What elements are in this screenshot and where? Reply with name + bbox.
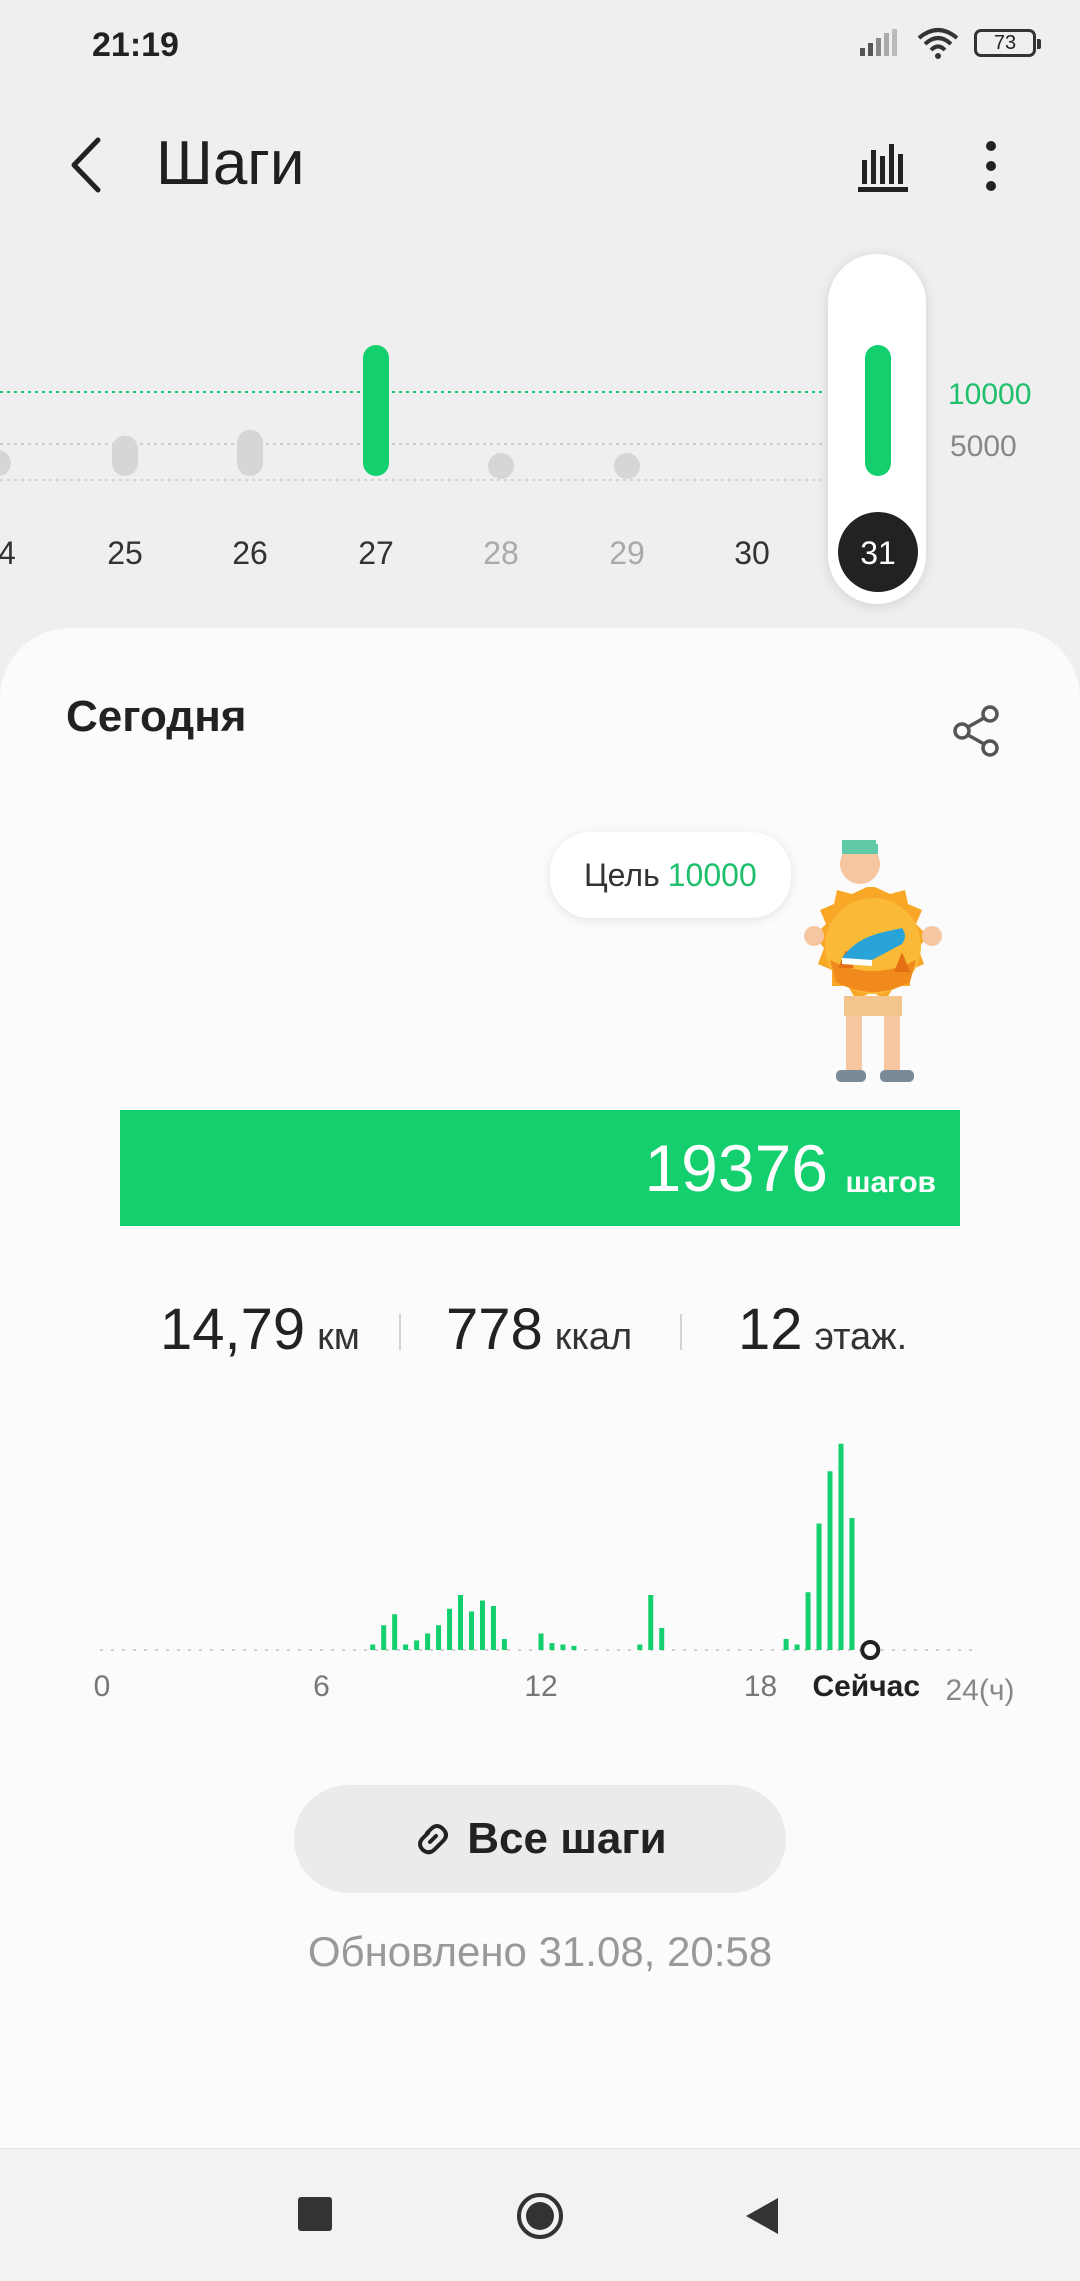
hour-bar [490,1606,496,1650]
status-time: 21:19 [92,26,179,64]
hour-bar [849,1518,855,1650]
day-bar [363,344,389,476]
day-dot [488,453,514,479]
all-steps-label: Все шаги [467,1814,667,1863]
hour-bar [403,1644,409,1650]
steps-unit: шагов [845,1166,936,1199]
stat-unit: ккал [554,1316,633,1358]
mascot-illustration [804,840,942,1082]
stat-distance: 14,79 км [160,1296,360,1363]
day-label: 24 [0,535,16,571]
day-label: 28 [483,535,519,571]
x-tick-label: 18 [744,1670,777,1703]
day-bar [237,429,263,476]
mid-line-label: 5000 [950,430,1017,463]
more-vertical-icon[interactable] [966,138,1016,194]
day-label: 29 [609,535,645,571]
hour-bar [436,1625,442,1650]
status-icons: 73 [858,26,1041,60]
stat-value: 12 [738,1297,803,1362]
hour-bar [381,1625,387,1650]
stat-value: 778 [446,1297,543,1362]
bar-chart-icon[interactable] [856,138,912,194]
back-triangle-icon[interactable] [744,2196,780,2236]
steps-value: 19376 [644,1131,828,1205]
day-label: 27 [358,535,394,571]
day-dot [614,453,640,479]
hour-bar [549,1643,555,1650]
signal-icon [860,29,897,56]
hour-bar [794,1644,800,1650]
all-steps-button[interactable]: Все шаги [294,1785,786,1893]
hour-bar [659,1628,665,1650]
hour-bar [392,1614,398,1650]
link-icon [418,1824,449,1855]
page-title: Шаги [156,129,305,198]
day-label: 31 [860,535,896,571]
goal-prefix: Цель [584,856,660,893]
x-tick-label: 12 [524,1670,557,1703]
hour-bar [479,1600,485,1650]
day-label: 30 [734,535,770,571]
chevron-left-icon[interactable] [62,134,110,196]
wifi-icon [917,28,959,59]
recent-apps-icon[interactable] [298,2197,332,2231]
now-marker [860,1640,881,1660]
share-icon[interactable] [950,704,1004,758]
card-title: Сегодня [66,692,247,741]
divider [399,1314,401,1350]
day-bar [0,450,11,476]
hour-bar [370,1644,376,1650]
hour-bar [414,1640,420,1650]
battery-indicator: 73 [974,29,1041,57]
steps-progress-bar: 19376 шагов [120,1110,960,1226]
hour-bar [538,1633,544,1650]
now-label: Сейчас [812,1670,920,1703]
updated-text: Обновлено 31.08, 20:58 [307,1928,773,1975]
day-bar [112,435,138,476]
hour-bar [838,1443,844,1650]
day-label: 25 [107,535,143,571]
day-label: 26 [232,535,268,571]
goal-line-label: 10000 [948,378,1032,411]
stat-floors: 12 этаж. [738,1296,907,1363]
hour-bar [637,1644,643,1650]
stat-value: 14,79 [160,1297,306,1362]
hour-bar [571,1645,577,1650]
x-tick-label: 6 [313,1670,330,1703]
hour-bar [827,1471,833,1650]
divider [680,1314,682,1350]
hourly-steps-chart: 0 6 12 18 Сейчас 24(ч) [94,1443,1015,1707]
x-end-label: 24(ч) [946,1674,1015,1707]
hour-bar [468,1611,474,1650]
x-tick-label: 0 [94,1670,111,1703]
hour-bar [501,1639,507,1650]
hour-bar [560,1644,566,1650]
hour-bar [816,1523,822,1650]
stats-row: 14,79 км 778 ккал 12 этаж. [0,1296,1080,1376]
hour-bar [783,1639,789,1650]
hour-bar [805,1592,811,1650]
hour-bar [648,1595,654,1650]
stat-unit: этаж. [814,1316,908,1358]
stat-calories: 778 ккал [446,1296,632,1363]
home-icon[interactable] [516,2192,564,2240]
hour-bar [458,1595,464,1650]
hour-bar [425,1633,431,1650]
goal-bubble: Цель 10000 [550,832,791,918]
hour-bar [447,1608,453,1650]
day-bar [865,344,891,476]
day-selector[interactable]: 24 25 26 27 28 29 30 31 [0,240,1080,620]
stat-unit: км [317,1316,360,1358]
goal-value: 10000 [667,856,757,893]
